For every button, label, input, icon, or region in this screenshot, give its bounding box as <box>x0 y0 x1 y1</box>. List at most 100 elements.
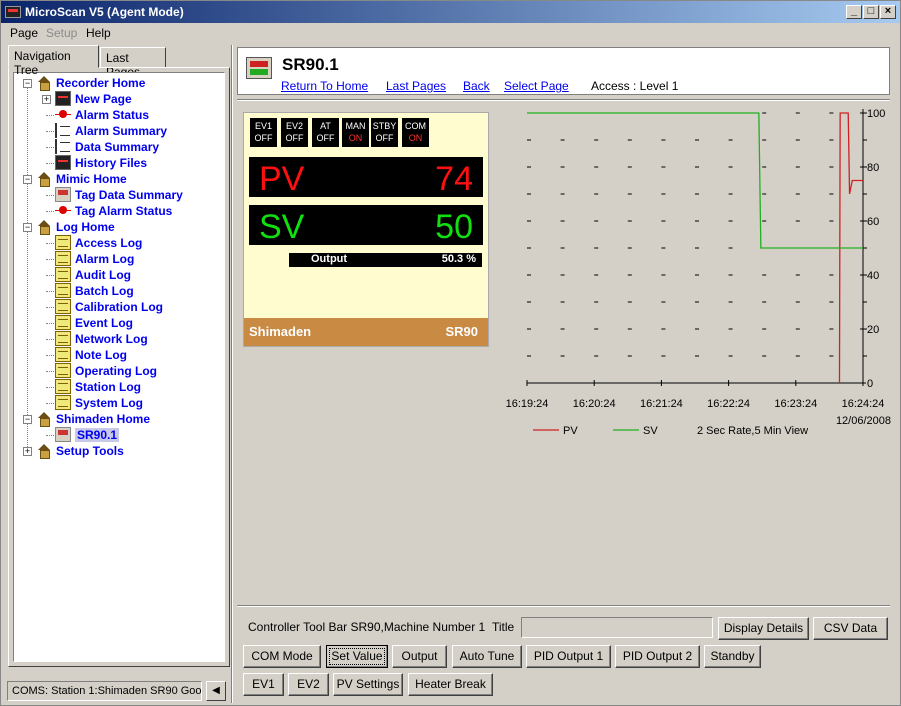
tree-connector <box>46 387 54 388</box>
x-tick-label: 16:23:24 <box>774 398 817 410</box>
output-value: 50.3 % <box>441 253 476 265</box>
minimize-button[interactable]: _ <box>846 5 862 19</box>
collapse-icon[interactable]: − <box>23 415 32 424</box>
toolbar-divider <box>237 605 890 607</box>
divider <box>237 99 890 101</box>
tree-item-label: Alarm Status <box>75 108 150 122</box>
legend-label-sv: SV <box>643 425 658 437</box>
tree-connector <box>46 323 54 324</box>
trend-chart-svg: 16:19:24 16:20:24 16:21:24 16:22:24 16:23:24… <box>506 108 891 437</box>
menu-page[interactable]: Page <box>10 26 38 40</box>
log-icon <box>55 395 71 410</box>
indicator-com: COM ON <box>402 118 429 147</box>
legend-label-pv: PV <box>563 425 578 437</box>
pane-splitter[interactable] <box>231 45 233 703</box>
output-bar: Output 50.3 % <box>289 253 482 267</box>
auto-tune-button[interactable]: Auto Tune <box>452 645 522 668</box>
chart-icon <box>55 155 71 170</box>
menu-setup[interactable]: Setup <box>46 26 77 40</box>
collapse-icon[interactable]: − <box>23 223 32 232</box>
navigation-pane: Navigation Tree Last Pages − Recorder Hom… <box>5 45 230 675</box>
log-icon <box>55 251 71 266</box>
series-line-sv <box>527 112 863 249</box>
csv-data-button[interactable]: CSV Data <box>813 617 888 640</box>
tree-item-label: Setup Tools <box>56 444 124 458</box>
tree-item-label: Mimic Home <box>56 172 127 186</box>
tree-item-label: Data Summary <box>75 140 160 154</box>
collapse-icon[interactable]: − <box>23 175 32 184</box>
title-input[interactable] <box>521 617 713 638</box>
app-icon <box>5 6 21 18</box>
com-mode-button[interactable]: COM Mode <box>243 645 321 668</box>
tree-connector <box>46 435 54 436</box>
tag-icon <box>55 187 71 202</box>
indicator-name: EV2 <box>285 121 303 131</box>
log-icon <box>55 347 71 362</box>
indicator-at: AT OFF <box>312 118 339 147</box>
app-window: MicroScan V5 (Agent Mode) _ □ × Page Set… <box>0 0 901 706</box>
ev2-button[interactable]: EV2 <box>288 673 329 696</box>
indicator-stby: STBY OFF <box>371 118 398 147</box>
tree-connector <box>46 307 54 308</box>
maximize-button[interactable]: □ <box>863 5 879 19</box>
tree-connector <box>46 291 54 292</box>
window-title: MicroScan V5 (Agent Mode) <box>25 5 184 19</box>
output-label: Output <box>311 253 348 265</box>
y-tick-label: 40 <box>867 270 879 282</box>
select-page-link[interactable]: Select Page <box>504 79 569 93</box>
log-icon <box>55 235 71 250</box>
standby-button[interactable]: Standby <box>704 645 761 668</box>
ev1-button[interactable]: EV1 <box>243 673 284 696</box>
tree-item-label: Operating Log <box>75 364 157 378</box>
navigation-tree: − Recorder Home + New Page Alarm Status Alarm… <box>13 72 225 662</box>
tree-item-label: Access Log <box>75 236 143 250</box>
x-tick-label: 16:21:24 <box>640 398 683 410</box>
tab-navigation-tree[interactable]: Navigation Tree <box>8 45 99 77</box>
controller-icon <box>246 57 272 79</box>
list-icon <box>55 139 71 154</box>
return-home-link[interactable]: Return To Home <box>281 79 368 93</box>
collapse-icon[interactable]: − <box>23 79 32 88</box>
log-icon <box>55 267 71 282</box>
indicator-state: ON <box>408 133 423 143</box>
tree-item-label: Calibration Log <box>75 300 163 314</box>
sv-value: 50 <box>435 208 473 246</box>
tree-item-label: Alarm Summary <box>75 124 168 138</box>
tree-item-label: History Files <box>75 156 148 170</box>
log-icon <box>55 299 71 314</box>
tree-connector <box>46 115 54 116</box>
trend-chart: 16:19:24 16:20:24 16:21:24 16:22:24 16:23:24… <box>493 105 893 455</box>
display-details-button[interactable]: Display Details <box>718 617 809 640</box>
menu-help[interactable]: Help <box>86 26 111 40</box>
last-pages-link[interactable]: Last Pages <box>386 79 446 93</box>
legend-note: 2 Sec Rate,5 Min View <box>697 425 808 437</box>
pid-output-2-button[interactable]: PID Output 2 <box>615 645 700 668</box>
heater-break-button[interactable]: Heater Break <box>408 673 493 696</box>
pid-output-1-button[interactable]: PID Output 1 <box>526 645 611 668</box>
close-button[interactable]: × <box>880 5 896 19</box>
log-icon <box>55 331 71 346</box>
tree-connector <box>46 259 54 260</box>
set-value-button[interactable]: Set Value <box>326 645 388 668</box>
expand-icon[interactable]: + <box>23 447 32 456</box>
y-tick-label: 20 <box>867 324 879 336</box>
tree-panel: − Recorder Home + New Page Alarm Status Alarm… <box>8 67 230 667</box>
y-tick-label: 60 <box>867 216 879 228</box>
collapse-arrow-icon[interactable]: ◀ <box>206 681 226 701</box>
output-button[interactable]: Output <box>392 645 447 668</box>
y-tick-label: 100 <box>867 108 885 120</box>
pv-settings-button[interactable]: PV Settings <box>333 673 403 696</box>
log-icon <box>55 283 71 298</box>
y-tick-label: 0 <box>867 378 873 390</box>
log-icon <box>55 315 71 330</box>
tree-connector <box>46 195 54 196</box>
tab-last-pages[interactable]: Last Pages <box>100 47 166 79</box>
alarm-icon <box>55 203 71 218</box>
indicator-name: MAN <box>345 121 366 131</box>
back-link[interactable]: Back <box>463 79 490 93</box>
x-tick-label: 16:24:24 <box>842 398 885 410</box>
controller-panel: EV1 OFF EV2 OFF AT OFF MAN ON STBY OFF COM ON PV 74… <box>243 112 489 347</box>
indicator-state: OFF <box>375 133 394 143</box>
expand-icon[interactable]: + <box>42 95 51 104</box>
brand-strip: Shimaden SR90 <box>244 318 488 346</box>
